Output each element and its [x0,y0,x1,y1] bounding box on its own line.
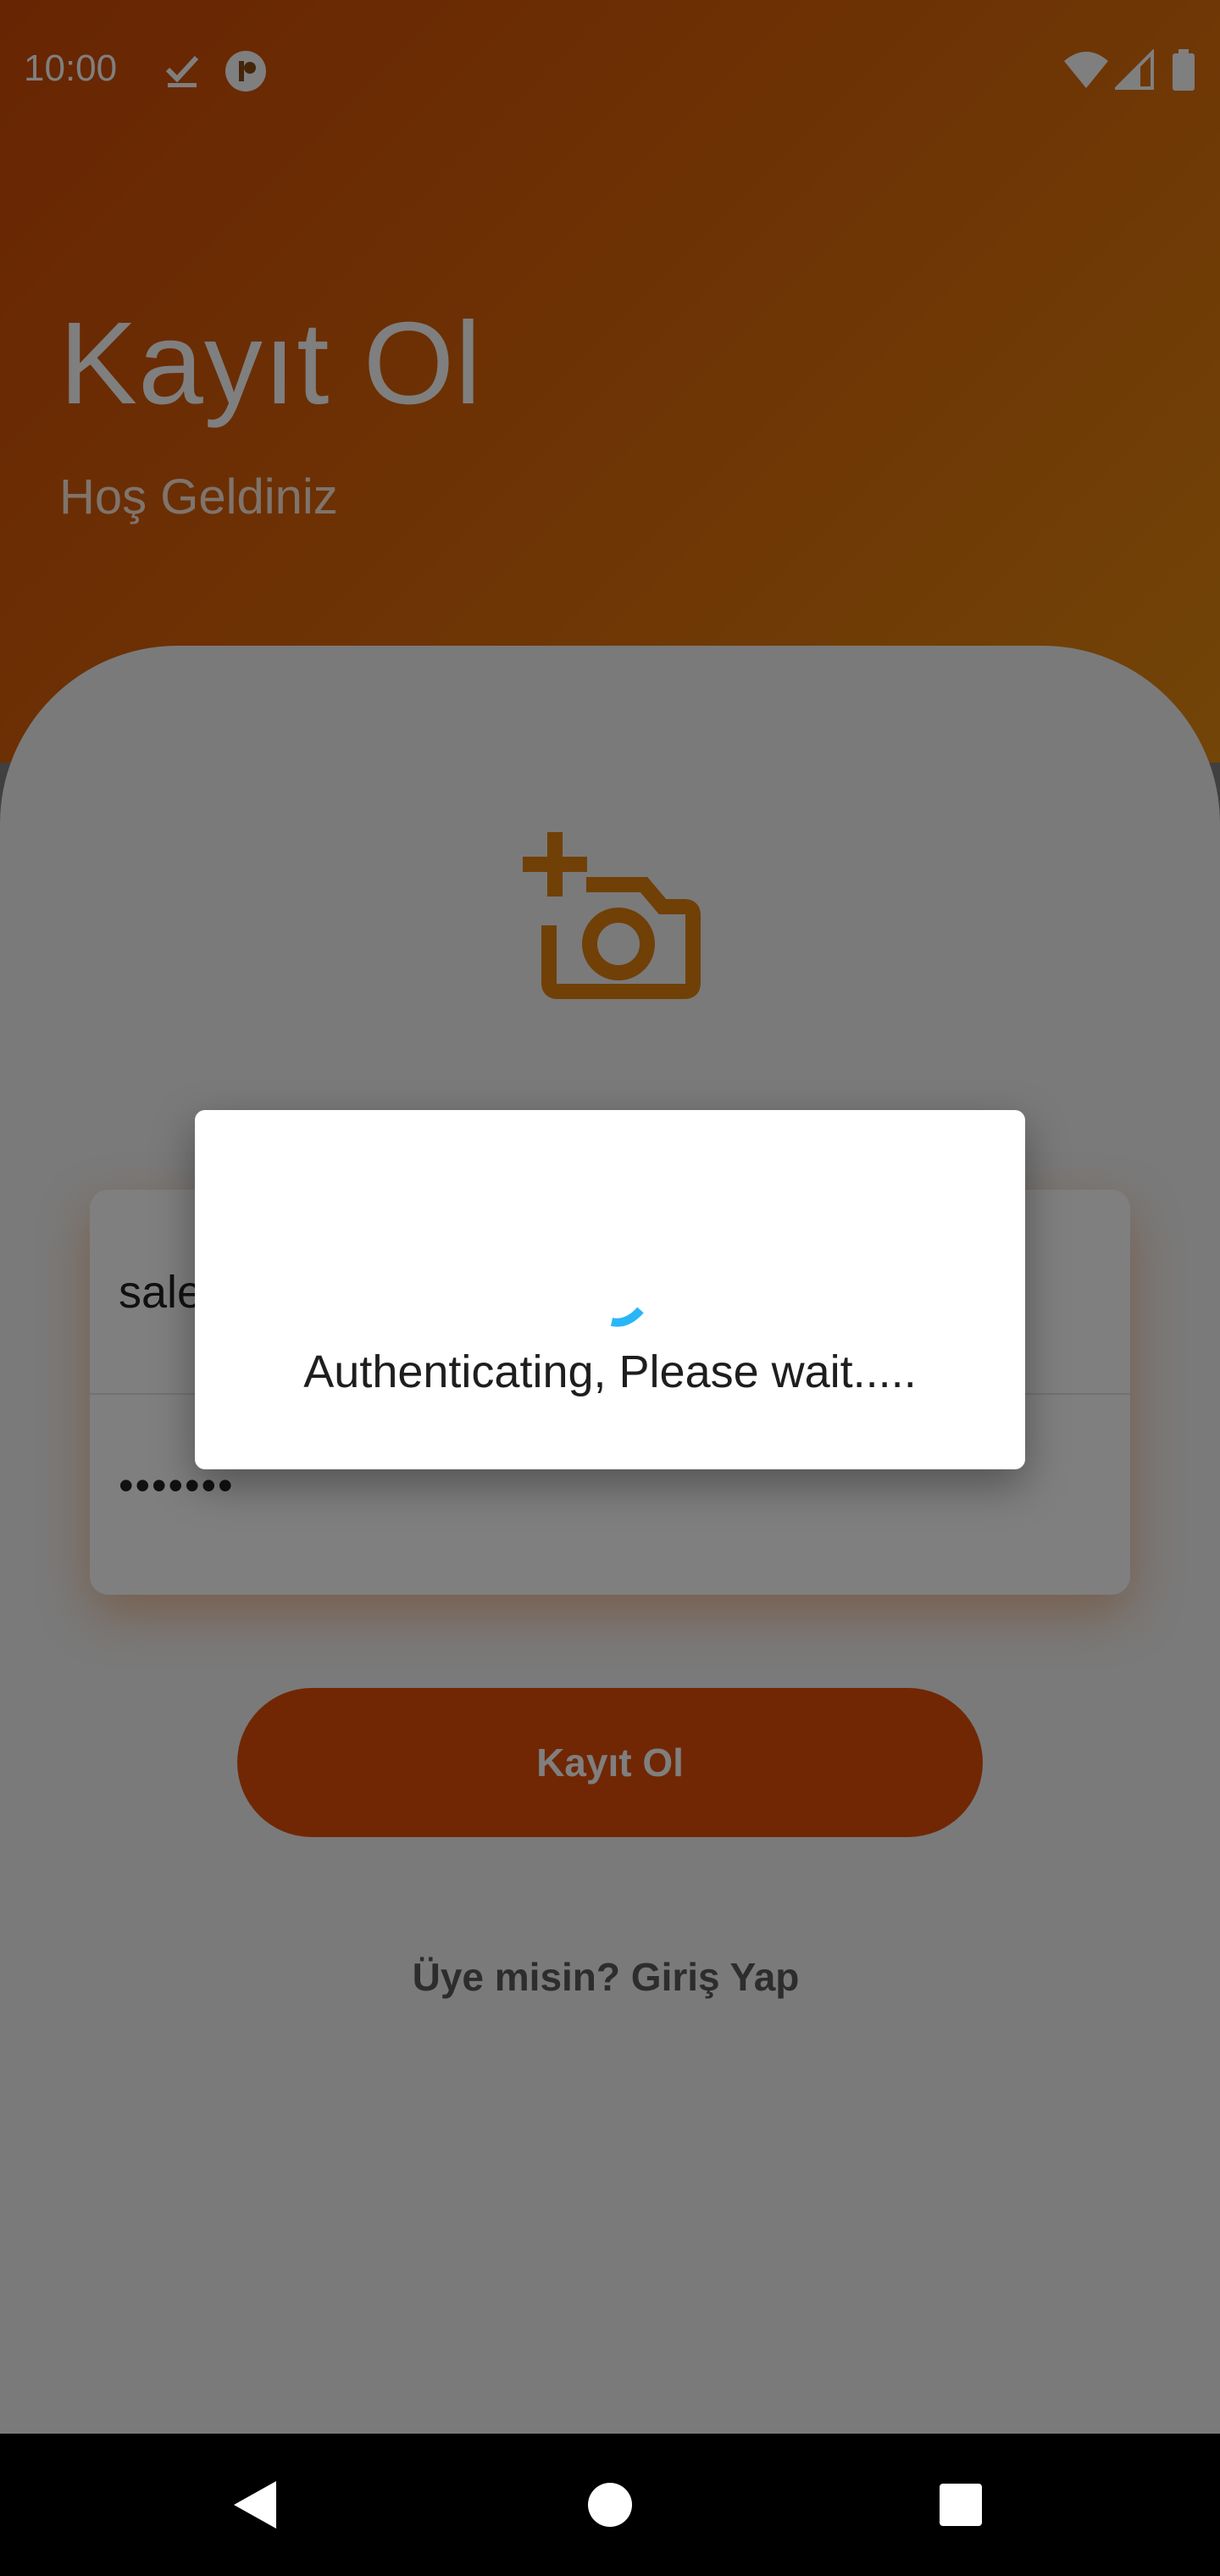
home-icon[interactable] [559,2434,661,2576]
loading-spinner-icon [602,1288,652,1343]
screen: 10:00 [0,0,1220,2576]
back-icon[interactable] [203,2434,305,2576]
navigation-bar [0,2434,1220,2576]
dialog-message: Authenticating, Please wait..... [303,1346,917,1397]
progress-dialog: Authenticating, Please wait..... [195,1110,1025,1469]
recents-icon[interactable] [910,2434,1012,2576]
